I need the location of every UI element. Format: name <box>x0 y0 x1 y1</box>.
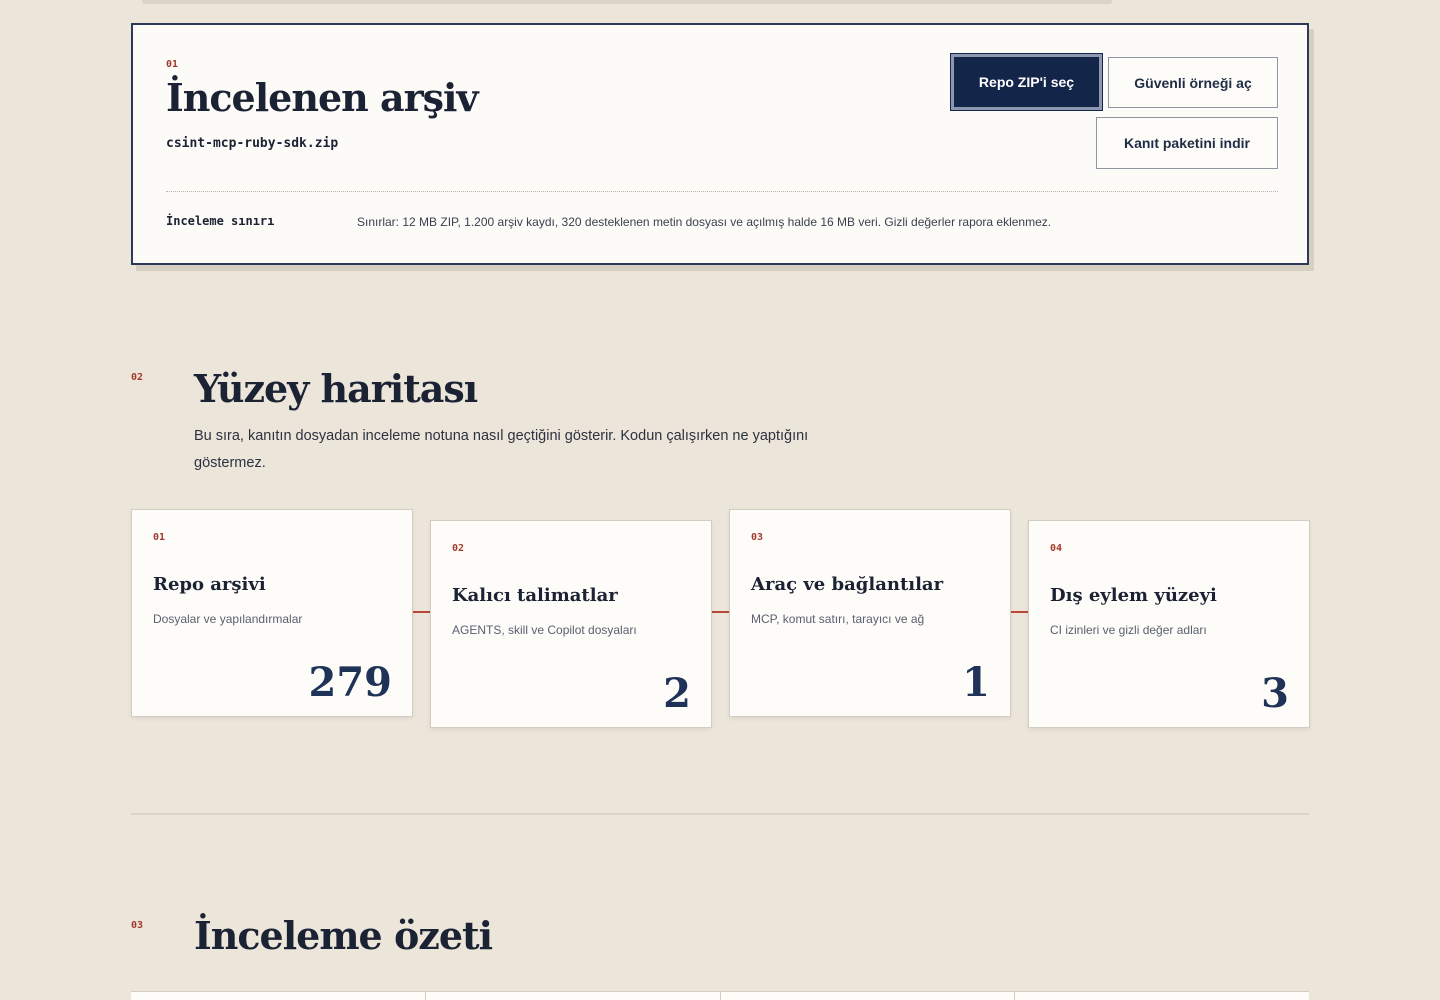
card-step-number: 04 <box>1050 543 1063 554</box>
summary-cell <box>720 992 1016 1000</box>
card-step-number: 03 <box>751 532 764 543</box>
surface-map-description: Bu sıra, kanıtın dosyadan inceleme notun… <box>194 428 809 471</box>
card-count: 2 <box>663 670 691 717</box>
surface-card-persistent-instructions: 02 Kalıcı talimatlar AGENTS, skill ve Co… <box>430 520 712 728</box>
archive-step-number: 01 <box>166 59 179 70</box>
surface-card-repo-archive: 01 Repo arşivi Dosyalar ve yapılandırmal… <box>131 509 413 717</box>
archive-card: 01 İncelenen arşiv csint-mcp-ruby-sdk.zi… <box>131 23 1309 265</box>
card-connector <box>1010 611 1028 613</box>
previous-section-edge <box>142 0 1112 4</box>
card-title: Araç ve bağlantılar <box>751 574 944 595</box>
review-summary-title: İnceleme özeti <box>194 913 493 958</box>
card-title: Kalıcı talimatlar <box>452 585 618 606</box>
archive-title: İncelenen arşiv <box>166 75 479 120</box>
card-count: 3 <box>1261 670 1289 717</box>
card-step-number: 02 <box>452 543 465 554</box>
card-count: 1 <box>962 659 990 706</box>
surface-card-external-action: 04 Dış eylem yüzeyi CI izinleri ve gizli… <box>1028 520 1310 728</box>
card-step-number: 01 <box>153 532 166 543</box>
open-safe-example-button[interactable]: Güvenli örneği aç <box>1108 57 1278 108</box>
card-subtitle: Dosyalar ve yapılandırmalar <box>153 612 303 626</box>
review-limit-text: Sınırlar: 12 MB ZIP, 1.200 arşiv kaydı, … <box>357 215 1052 229</box>
summary-cell <box>425 992 721 1000</box>
download-evidence-button[interactable]: Kanıt paketini indir <box>1096 117 1278 169</box>
review-summary-step-number: 03 <box>131 920 144 931</box>
card-subtitle: CI izinleri ve gizli değer adları <box>1050 623 1207 637</box>
archive-divider <box>166 191 1278 192</box>
card-connector <box>711 611 729 613</box>
review-summary-grid <box>131 991 1309 1000</box>
review-limit-label: İnceleme sınırı <box>166 214 275 228</box>
summary-cell <box>131 992 426 1000</box>
card-title: Dış eylem yüzeyi <box>1050 585 1217 606</box>
select-zip-button[interactable]: Repo ZIP'i seç <box>950 53 1103 111</box>
card-subtitle: MCP, komut satırı, tarayıcı ve ağ <box>751 612 925 626</box>
card-subtitle: AGENTS, skill ve Copilot dosyaları <box>452 623 637 637</box>
surface-card-tools-connections: 03 Araç ve bağlantılar MCP, komut satırı… <box>729 509 1011 717</box>
surface-map-step-number: 02 <box>131 372 144 383</box>
archive-file-name: csint-mcp-ruby-sdk.zip <box>166 136 339 151</box>
card-title: Repo arşivi <box>153 574 266 595</box>
card-count: 279 <box>308 659 393 706</box>
section-divider <box>131 813 1309 815</box>
surface-map-title: Yüzey haritası <box>194 366 478 411</box>
card-connector <box>413 611 430 613</box>
summary-cell <box>1015 992 1309 1000</box>
